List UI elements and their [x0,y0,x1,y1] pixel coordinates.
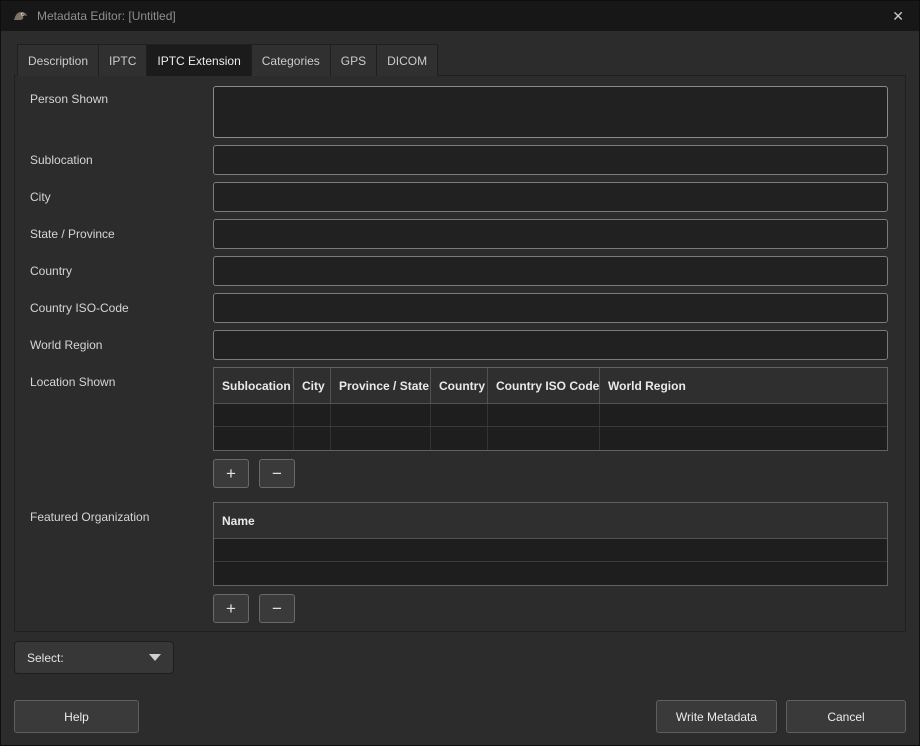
country-label: Country [30,256,213,278]
featured-organization-table-header: Name [214,503,887,539]
country-iso-code-input[interactable] [213,293,888,323]
column-header-city[interactable]: City [294,368,331,403]
tab-gps[interactable]: GPS [331,44,377,76]
titlebar[interactable]: Metadata Editor: [Untitled] ✕ [1,1,919,31]
tab-description[interactable]: Description [17,44,99,76]
sublocation-input[interactable] [213,145,888,175]
location-shown-row[interactable] [214,427,887,450]
world-region-input[interactable] [213,330,888,360]
world-region-label: World Region [30,330,213,352]
person-shown-input[interactable] [213,86,888,138]
state-province-input[interactable] [213,219,888,249]
iptc-extension-panel: Person Shown Sublocation City State / Pr… [14,75,906,632]
select-dropdown-label: Select: [27,651,64,665]
column-header-province-state[interactable]: Province / State [331,368,431,403]
column-header-world-region[interactable]: World Region [600,368,887,403]
tab-iptc-extension[interactable]: IPTC Extension [147,44,251,76]
state-province-label: State / Province [30,219,213,241]
gimp-wilber-icon [12,9,29,23]
featured-organization-remove-button[interactable]: − [259,594,295,623]
person-shown-label: Person Shown [30,86,213,106]
column-header-country-iso-code[interactable]: Country ISO Code [488,368,600,403]
metadata-editor-window: Metadata Editor: [Untitled] ✕ Descriptio… [0,0,920,746]
country-input[interactable] [213,256,888,286]
sublocation-label: Sublocation [30,145,213,167]
cancel-button[interactable]: Cancel [786,700,906,733]
chevron-down-icon [149,654,161,661]
select-row: Select: [14,641,906,674]
featured-organization-label: Featured Organization [30,502,213,524]
column-header-name[interactable]: Name [214,503,887,538]
location-shown-row[interactable] [214,404,887,427]
close-icon[interactable]: ✕ [888,7,908,25]
tab-bar: Description IPTC IPTC Extension Categori… [17,44,906,76]
country-iso-code-label: Country ISO-Code [30,293,213,315]
tab-categories[interactable]: Categories [252,44,331,76]
help-button[interactable]: Help [14,700,139,733]
location-shown-table: Sublocation City Province / State Countr… [213,367,888,451]
column-header-country[interactable]: Country [431,368,488,403]
featured-organization-row[interactable] [214,539,887,562]
window-title: Metadata Editor: [Untitled] [37,9,880,23]
location-shown-table-header: Sublocation City Province / State Countr… [214,368,887,404]
featured-organization-add-button[interactable]: + [213,594,249,623]
write-metadata-button[interactable]: Write Metadata [656,700,777,733]
location-shown-remove-button[interactable]: − [259,459,295,488]
tab-dicom[interactable]: DICOM [377,44,438,76]
featured-organization-row[interactable] [214,562,887,585]
dialog-body: Description IPTC IPTC Extension Categori… [1,31,919,745]
city-input[interactable] [213,182,888,212]
city-label: City [30,182,213,204]
location-shown-label: Location Shown [30,367,213,389]
location-shown-add-button[interactable]: + [213,459,249,488]
featured-organization-table: Name [213,502,888,586]
tab-iptc[interactable]: IPTC [99,44,147,76]
column-header-sublocation[interactable]: Sublocation [214,368,294,403]
select-dropdown[interactable]: Select: [14,641,174,674]
dialog-footer: Help Write Metadata Cancel [14,692,906,733]
